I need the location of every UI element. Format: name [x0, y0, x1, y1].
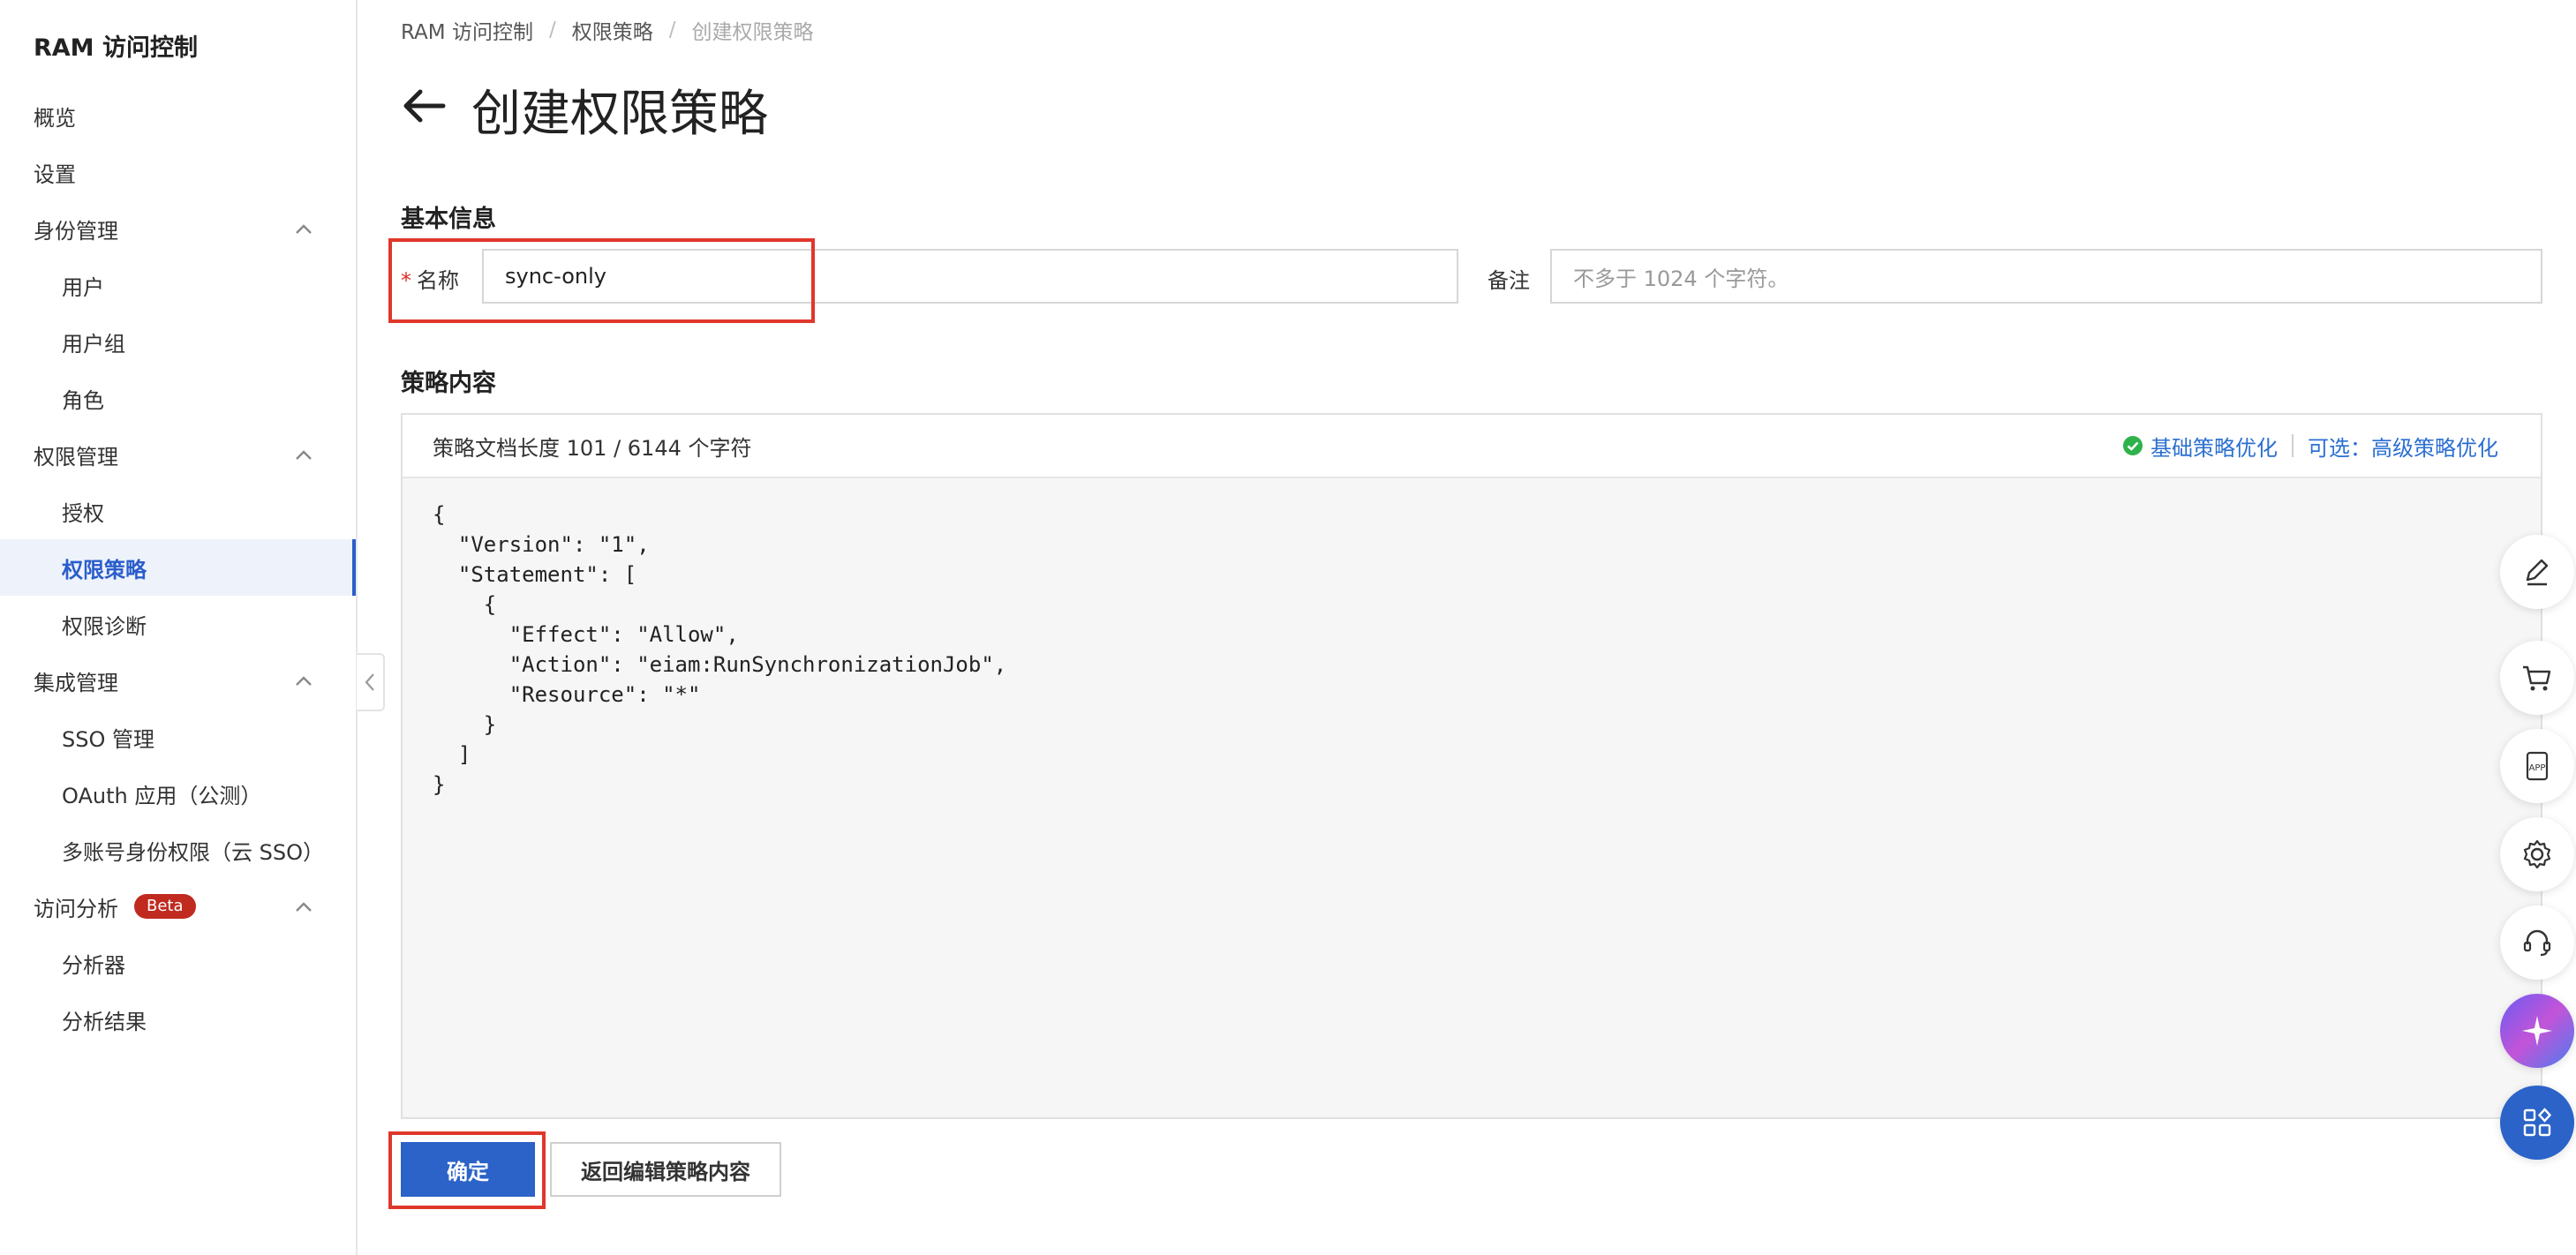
ai-sparkle-icon: [2522, 1016, 2552, 1046]
breadcrumb-separator: /: [668, 19, 676, 41]
breadcrumb-item-ram[interactable]: RAM 访问控制: [401, 15, 533, 45]
svg-text:APP: APP: [2529, 763, 2546, 773]
sidebar-item-label: 角色: [62, 387, 104, 413]
breadcrumb-separator: /: [548, 19, 556, 41]
sidebar-item-user-groups[interactable]: 用户组: [0, 313, 356, 370]
optimize-links: 基础策略优化 可选：高级策略优化: [2122, 415, 2498, 477]
ai-assistant-button[interactable]: [2500, 994, 2574, 1068]
breadcrumb: RAM 访问控制 / 权限策略 / 创建权限策略: [401, 15, 813, 45]
chevron-left-icon: [365, 673, 374, 691]
sidebar-group-permissions[interactable]: 权限管理: [0, 426, 356, 483]
sidebar-item-overview[interactable]: 概览: [0, 87, 356, 144]
edit-tool-button[interactable]: [2500, 535, 2574, 609]
highlight-box-name: [388, 238, 815, 323]
note-label: 备注: [1488, 268, 1530, 293]
sidebar-group-access-analysis[interactable]: 访问分析 Beta: [0, 878, 356, 935]
sidebar-item-label: 用户组: [62, 331, 125, 357]
headset-icon: [2523, 929, 2551, 957]
section-title-policy: 策略内容: [401, 370, 496, 397]
chevron-up-icon: [296, 676, 312, 686]
sidebar-item-roles[interactable]: 角色: [0, 370, 356, 426]
sidebar-item-label: 分析结果: [62, 1009, 147, 1034]
basic-optimize-link[interactable]: 基础策略优化: [2150, 431, 2278, 462]
sidebar-item-cloud-sso[interactable]: 多账号身份权限（云 SSO）: [0, 822, 356, 878]
chevron-up-icon: [296, 902, 312, 912]
sidebar-item-policies[interactable]: 权限策略: [0, 539, 356, 596]
breadcrumb-item-current: 创建权限策略: [691, 21, 814, 44]
chevron-up-icon: [296, 450, 312, 460]
sidebar-item-label: 分析器: [62, 952, 125, 978]
policy-length-text: 策略文档长度 101 / 6144 个字符: [433, 435, 752, 461]
sidebar-item-label: 设置: [34, 162, 76, 187]
sidebar-item-label: 权限管理: [34, 444, 118, 470]
sidebar-item-oauth[interactable]: OAuth 应用（公测）: [0, 765, 356, 822]
sidebar-title: RAM 访问控制: [34, 34, 198, 62]
sidebar-group-integration[interactable]: 集成管理: [0, 652, 356, 709]
sidebar-item-diagnosis[interactable]: 权限诊断: [0, 596, 356, 652]
sidebar-item-label: 访问分析: [34, 896, 118, 921]
editor-header: 策略文档长度 101 / 6144 个字符 基础策略优化 可选：高级策略优化: [403, 415, 2541, 478]
page-title: 创建权限策略: [471, 86, 768, 143]
sidebar-item-label: 概览: [34, 105, 76, 131]
policy-editor: 策略文档长度 101 / 6144 个字符 基础策略优化 可选：高级策略优化 {…: [401, 413, 2542, 1119]
sidebar-item-label: 授权: [62, 500, 104, 526]
pen-icon: [2526, 559, 2549, 586]
section-title-basic-info: 基本信息: [401, 206, 496, 233]
app-download-icon: APP: [2526, 751, 2549, 781]
gear-icon: [2523, 839, 2551, 869]
highlight-box-confirm: [388, 1131, 546, 1209]
sidebar-item-label: 用户: [62, 274, 104, 300]
sidebar-item-label: 身份管理: [34, 218, 118, 244]
support-tool-button[interactable]: [2500, 906, 2574, 980]
sidebar-item-label: 权限策略: [62, 557, 147, 582]
cart-icon: [2523, 665, 2551, 691]
settings-tool-button[interactable]: [2500, 817, 2574, 891]
cart-tool-button[interactable]: [2500, 641, 2574, 715]
app-tool-button[interactable]: APP: [2500, 729, 2574, 803]
breadcrumb-item-policies[interactable]: 权限策略: [572, 15, 653, 45]
sidebar-item-users[interactable]: 用户: [0, 257, 356, 313]
sidebar-item-label: OAuth 应用（公测）: [62, 783, 262, 808]
sidebar-item-analysis-results[interactable]: 分析结果: [0, 991, 356, 1048]
note-input[interactable]: 不多于 1024 个字符。: [1550, 249, 2542, 304]
sidebar-item-sso[interactable]: SSO 管理: [0, 709, 356, 765]
link-divider: [2292, 434, 2294, 457]
sidebar-item-analyzer[interactable]: 分析器: [0, 935, 356, 991]
apps-grid-button[interactable]: [2500, 1086, 2574, 1160]
sidebar-item-label: 权限诊断: [62, 613, 147, 639]
sidebar-group-identity[interactable]: 身份管理: [0, 200, 356, 257]
sidebar-collapse-button[interactable]: [357, 653, 385, 711]
sidebar-item-settings[interactable]: 设置: [0, 144, 356, 200]
back-edit-button[interactable]: 返回编辑策略内容: [550, 1142, 781, 1197]
policy-document-code[interactable]: { "Version": "1", "Statement": [ { "Effe…: [403, 478, 2541, 821]
sidebar-item-label: SSO 管理: [62, 726, 154, 752]
sidebar-item-label: 集成管理: [34, 670, 118, 695]
sidebar-item-label: 多账号身份权限（云 SSO）: [62, 839, 324, 865]
advanced-optimize-link[interactable]: 可选：高级策略优化: [2308, 431, 2498, 462]
sidebar: RAM 访问控制 概览 设置 身份管理 用户 用户组 角色 权限管理 授权 权限…: [0, 0, 358, 1255]
sidebar-item-grants[interactable]: 授权: [0, 483, 356, 539]
grid-icon: [2523, 1108, 2552, 1137]
beta-badge: Beta: [134, 894, 196, 919]
chevron-up-icon: [296, 224, 312, 234]
check-circle-icon: [2123, 436, 2143, 455]
back-arrow-icon[interactable]: [401, 86, 447, 125]
